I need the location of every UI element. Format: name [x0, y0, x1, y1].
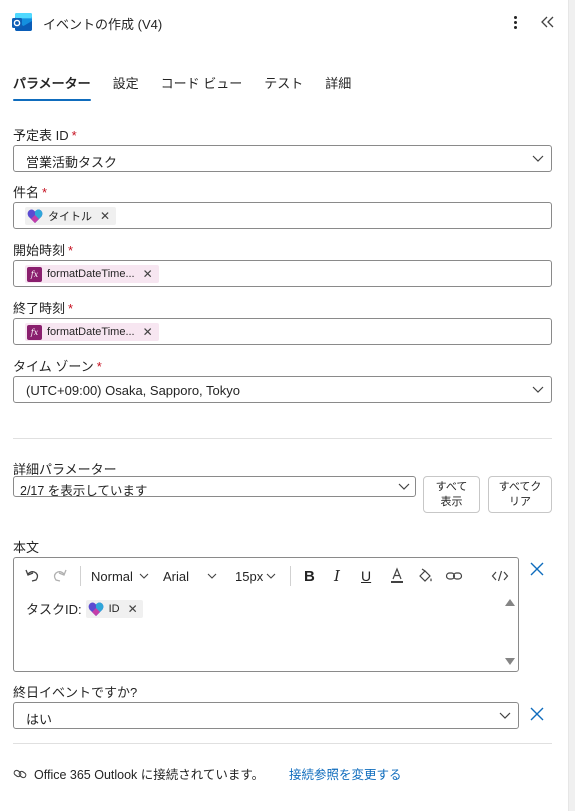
scroll-up-arrow[interactable]: [505, 599, 515, 606]
dataverse-icon: [27, 209, 43, 223]
connection-icon: [13, 769, 27, 778]
remove-parameter-icon[interactable]: [529, 706, 545, 722]
chevron-down-icon: [207, 573, 217, 579]
chevron-down-icon: [266, 573, 276, 579]
more-vertical-icon: [513, 15, 517, 19]
more-options-button[interactable]: [506, 12, 524, 32]
tab-details[interactable]: 詳細: [325, 73, 351, 102]
timezone-label: タイム ゾーン *: [13, 359, 102, 374]
code-view-icon[interactable]: [491, 566, 509, 586]
font-color-icon[interactable]: [389, 566, 405, 586]
all-day-dropdown[interactable]: はい: [13, 702, 519, 729]
dynamic-value-token[interactable]: ID ✕: [85, 599, 143, 618]
bold-icon[interactable]: B: [304, 566, 315, 586]
double-chevron-left-icon[interactable]: [538, 12, 558, 32]
undo-icon[interactable]: [23, 566, 41, 586]
chevron-down-icon: [532, 155, 544, 162]
tab-test[interactable]: テスト: [264, 73, 303, 102]
font-family-dropdown[interactable]: Arial: [163, 566, 217, 586]
clear-all-button[interactable]: すべてク リア: [488, 476, 552, 513]
font-style-dropdown[interactable]: Normal: [91, 566, 149, 586]
panel-title: イベントの作成 (V4): [43, 17, 163, 32]
timezone-dropdown[interactable]: (UTC+09:00) Osaka, Sapporo, Tokyo: [13, 376, 552, 403]
calendar-id-label: 予定表 ID *: [13, 128, 77, 143]
advanced-parameters-dropdown[interactable]: 2/17 を表示しています: [13, 476, 416, 498]
redo-icon[interactable]: [51, 566, 69, 586]
panel-header: イベントの作成 (V4): [0, 0, 568, 44]
chevron-down-icon: [139, 573, 149, 579]
tab-settings[interactable]: 設定: [113, 73, 139, 102]
remove-token-icon[interactable]: ✕: [100, 209, 110, 223]
chevron-down-icon: [398, 483, 410, 490]
change-connection-link[interactable]: 接続参照を変更する: [289, 764, 402, 783]
scroll-down-arrow[interactable]: [505, 658, 515, 665]
dynamic-value-token[interactable]: タイトル ✕: [25, 207, 117, 225]
expression-token[interactable]: fx formatDateTime... ✕: [25, 323, 159, 341]
action-panel: イベントの作成 (V4) パラメーター 設定 コード ビュー テスト 詳細 予定…: [0, 0, 568, 811]
body-rich-text-editor[interactable]: Normal Arial 15px B I U タスクID: ID ✕: [13, 557, 519, 672]
body-label: 本文: [13, 540, 40, 555]
all-day-label: 終日イベントですか?: [13, 685, 138, 700]
end-time-field[interactable]: fx formatDateTime... ✕: [13, 318, 552, 345]
connection-info: Office 365 Outlook に接続されています。: [13, 764, 264, 783]
underline-icon[interactable]: U: [361, 566, 371, 586]
remove-token-icon[interactable]: ✕: [128, 602, 138, 616]
section-divider: [13, 438, 552, 439]
tab-bar: パラメーター 設定 コード ビュー テスト 詳細: [13, 73, 373, 103]
calendar-id-dropdown[interactable]: 営業活動タスク: [13, 145, 552, 172]
font-size-dropdown[interactable]: 15px: [235, 566, 276, 586]
subject-field[interactable]: タイトル ✕: [13, 202, 552, 229]
chevron-down-icon: [499, 712, 511, 719]
chevron-down-icon: [532, 386, 544, 393]
tab-parameters[interactable]: パラメーター: [13, 73, 91, 102]
expression-token[interactable]: fx formatDateTime... ✕: [25, 265, 159, 283]
section-divider: [13, 743, 552, 744]
link-icon[interactable]: [445, 566, 463, 586]
outlook-icon: [12, 13, 32, 31]
italic-icon[interactable]: I: [334, 566, 340, 586]
show-all-button[interactable]: すべて 表示: [423, 476, 480, 513]
remove-token-icon[interactable]: ✕: [143, 267, 153, 281]
tab-code-view[interactable]: コード ビュー: [161, 73, 243, 102]
editor-content[interactable]: タスクID: ID ✕: [26, 599, 143, 618]
editor-toolbar: Normal Arial 15px B I U: [14, 558, 518, 594]
fx-icon: fx: [27, 266, 42, 282]
end-time-label: 終了時刻 *: [13, 301, 74, 316]
toolbar-divider: [290, 566, 291, 586]
dataverse-icon: [88, 601, 104, 616]
toolbar-divider: [80, 566, 81, 586]
window-scrollbar[interactable]: [568, 0, 575, 811]
remove-parameter-icon[interactable]: [529, 561, 545, 577]
fx-icon: fx: [27, 324, 42, 340]
subject-label: 件名 *: [13, 185, 48, 200]
remove-token-icon[interactable]: ✕: [143, 325, 153, 339]
start-time-label: 開始時刻 *: [13, 243, 74, 258]
highlight-icon[interactable]: [416, 566, 434, 586]
start-time-field[interactable]: fx formatDateTime... ✕: [13, 260, 552, 287]
